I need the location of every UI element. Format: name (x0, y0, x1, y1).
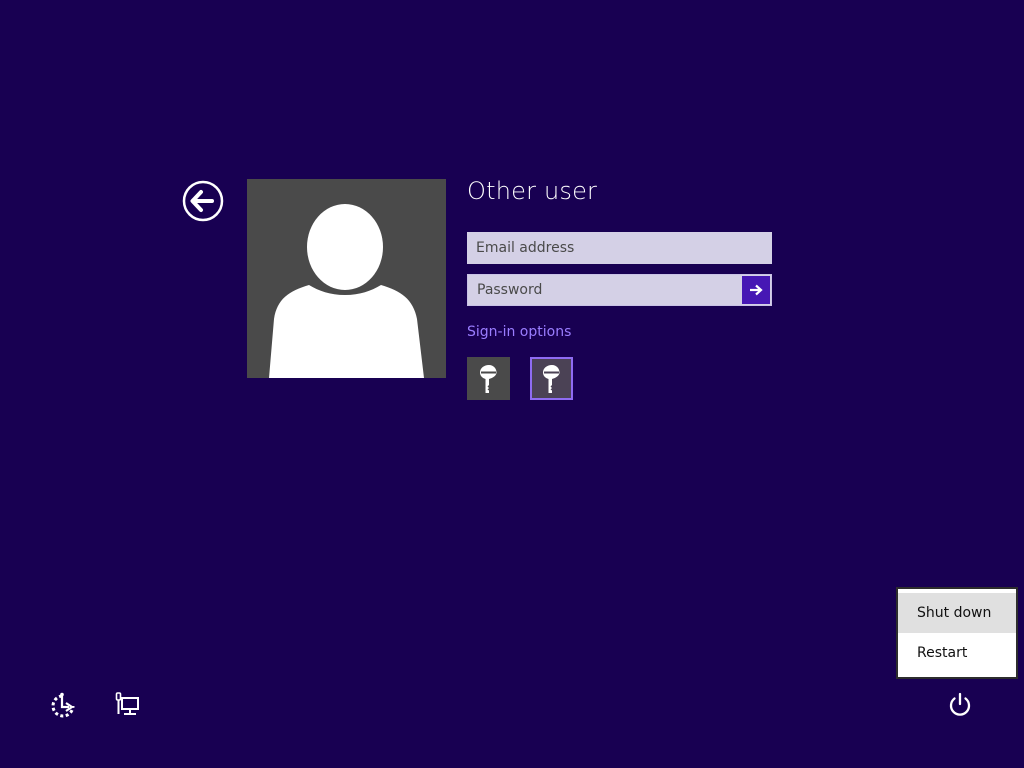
menu-item-shut-down[interactable]: Shut down (898, 593, 1016, 633)
back-button[interactable] (182, 180, 224, 222)
power-icon (949, 692, 971, 716)
key-icon (479, 364, 496, 393)
password-field[interactable] (468, 275, 742, 305)
page-title: Other user (467, 177, 598, 205)
password-field-container (467, 274, 772, 306)
email-field-container (467, 232, 772, 264)
key-icon (542, 364, 559, 393)
signin-option-key[interactable] (467, 357, 510, 400)
ease-of-access-button[interactable] (49, 692, 77, 720)
signin-options-row (467, 357, 772, 400)
menu-item-restart[interactable]: Restart (898, 633, 1016, 673)
network-button[interactable] (113, 692, 141, 720)
signin-option-key-selected[interactable] (530, 357, 573, 400)
user-silhouette-icon (269, 204, 424, 378)
lock-screen: Other user Sign-in options (0, 0, 1024, 768)
network-icon (115, 692, 139, 715)
arrow-right-icon (750, 284, 763, 296)
ease-of-access-icon (51, 692, 75, 718)
back-arrow-icon (182, 180, 224, 222)
avatar (247, 179, 446, 378)
email-field[interactable] (467, 232, 772, 264)
power-button[interactable] (946, 691, 974, 719)
signin-options-link[interactable]: Sign-in options (467, 322, 772, 342)
signin-form: Other user Sign-in options (467, 170, 772, 400)
power-menu: Shut down Restart (896, 587, 1018, 679)
submit-button[interactable] (742, 276, 770, 304)
